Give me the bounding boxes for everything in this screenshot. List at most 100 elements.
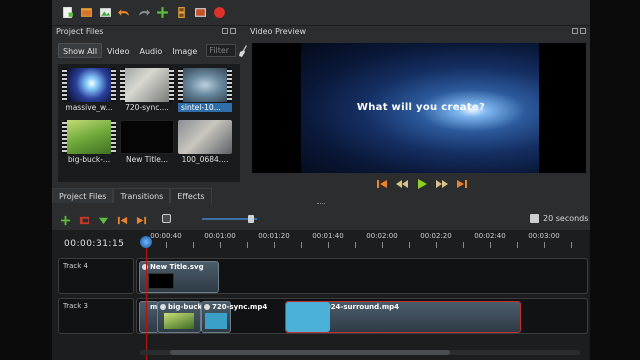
file-thumbnail (62, 68, 116, 102)
float-icon[interactable] (222, 28, 228, 34)
jump-end-icon[interactable] (456, 178, 468, 190)
file-label: big-buck-... (67, 155, 111, 164)
float-icon[interactable] (572, 28, 578, 34)
zoom-slider-handle[interactable] (248, 215, 254, 223)
new-project-icon[interactable] (60, 5, 75, 20)
import-icon[interactable] (98, 5, 113, 20)
file-thumbnail (120, 68, 174, 102)
add-track-icon[interactable] (155, 5, 170, 20)
track-name[interactable]: Track 3 (58, 298, 134, 334)
filter-input[interactable]: Filter (206, 44, 237, 57)
time-ruler[interactable]: 00:00:40 00:01:00 00:01:20 00:01:40 00:0… (140, 230, 590, 252)
file-thumbnail (178, 68, 232, 102)
play-icon[interactable] (416, 178, 428, 190)
add-track-icon[interactable] (60, 215, 71, 226)
file-item-selected[interactable]: sintel-10... (178, 66, 232, 118)
project-files-title: Project Files (56, 27, 104, 36)
redo-icon[interactable] (136, 5, 151, 20)
file-label: sintel-10... (178, 103, 232, 112)
close-icon[interactable] (580, 28, 586, 34)
add-marker-icon[interactable] (98, 215, 109, 226)
panel-dock-buttons[interactable] (222, 28, 236, 34)
track-row: Track 3 m big-buck- 720-sync.mp4 sintel-… (58, 298, 588, 334)
track-name[interactable]: Track 4 (58, 258, 134, 294)
file-item[interactable]: massive_w... (62, 66, 116, 118)
timeline-clip[interactable]: m (139, 301, 159, 333)
file-thumbnail (120, 120, 174, 154)
ruler-label: 00:01:20 (258, 232, 290, 240)
playhead-handle[interactable] (140, 236, 152, 248)
clip-menu-icon[interactable] (142, 264, 148, 270)
filter-video[interactable]: Video (102, 43, 134, 58)
clip-menu-icon[interactable] (204, 304, 210, 310)
ruler-label: 00:02:40 (474, 232, 506, 240)
project-files-grid: massive_w... 720-sync.... sintel-10... b… (58, 64, 240, 182)
previous-marker-icon[interactable] (117, 215, 128, 226)
project-files-header: Project Files (52, 26, 240, 38)
ruler-label: 00:03:00 (528, 232, 560, 240)
file-thumbnail (62, 120, 116, 154)
track-lane[interactable]: New Title.svg (136, 258, 588, 294)
ruler-label: 00:00:40 (150, 232, 182, 240)
panel-dock-buttons[interactable] (572, 28, 586, 34)
clip-thumbnail (148, 273, 174, 289)
video-preview-title: Video Preview (250, 27, 307, 36)
zoom-level: 20 seconds (530, 214, 588, 223)
filter-show-all[interactable]: Show All (58, 43, 103, 58)
clip-menu-icon[interactable] (160, 304, 166, 310)
file-label: massive_w... (65, 103, 113, 112)
clip-name: New Title.svg (150, 263, 204, 271)
tab-project-files[interactable]: Project Files (52, 188, 114, 203)
clock-icon (530, 214, 539, 223)
file-thumbnail (178, 120, 232, 154)
video-canvas[interactable]: What will you create? (252, 43, 586, 173)
file-label: 720-sync.... (125, 103, 169, 112)
timeline-clip[interactable]: 720-sync.mp4 (201, 301, 267, 333)
zoom-slider[interactable] (202, 215, 257, 223)
zoom-icon (162, 214, 171, 223)
openshot-window: Project Files Show All Video Audio Image… (52, 0, 590, 360)
zoom-level-label: 20 seconds (543, 214, 589, 223)
clip-thumbnail (286, 302, 330, 332)
scrollbar-handle[interactable] (170, 350, 450, 355)
file-item[interactable]: 100_0684.... (178, 118, 232, 170)
filter-audio[interactable]: Audio (134, 43, 167, 58)
rewind-icon[interactable] (396, 178, 408, 190)
fullscreen-icon[interactable] (193, 5, 208, 20)
video-preview-header: Video Preview (246, 26, 590, 38)
playback-controls (376, 178, 468, 190)
next-marker-icon[interactable] (136, 215, 147, 226)
tab-effects[interactable]: Effects (170, 188, 212, 203)
timeline-clip[interactable]: sintel-1024-surround.mp4 (285, 301, 521, 333)
export-icon[interactable] (174, 5, 189, 20)
timeline-clip[interactable]: big-buck- (157, 301, 205, 333)
track-row: Track 4 New Title.svg (58, 258, 588, 294)
file-label: New Title... (126, 155, 168, 164)
filter-bar: Show All Video Audio Image Filter (58, 43, 249, 58)
timeline-scrollbar[interactable] (140, 350, 580, 355)
clip-name: big-buck- (168, 303, 206, 311)
timeline-clip[interactable]: New Title.svg (139, 261, 219, 293)
record-icon[interactable] (212, 5, 227, 20)
file-label: 100_0684.... (181, 155, 229, 164)
open-project-icon[interactable] (79, 5, 94, 20)
filter-image[interactable]: Image (167, 43, 202, 58)
undo-icon[interactable] (117, 5, 132, 20)
ruler-label: 00:02:20 (420, 232, 452, 240)
video-overlay-text: What will you create? (356, 102, 486, 113)
magnet-icon[interactable] (79, 215, 90, 226)
bottom-tabs: Project Files Transitions Effects (52, 188, 212, 203)
file-item[interactable]: New Title... (120, 118, 174, 170)
close-icon[interactable] (230, 28, 236, 34)
ruler-label: 00:01:40 (312, 232, 344, 240)
ruler-label: 00:02:00 (366, 232, 398, 240)
splitter-handle[interactable] (317, 203, 325, 205)
fast-forward-icon[interactable] (436, 178, 448, 190)
track-lane[interactable]: m big-buck- 720-sync.mp4 sintel-1024-sur… (136, 298, 588, 334)
file-item[interactable]: big-buck-... (62, 118, 116, 170)
playhead-line (146, 248, 147, 360)
file-item[interactable]: 720-sync.... (120, 66, 174, 118)
tab-transitions[interactable]: Transitions (113, 188, 171, 203)
jump-start-icon[interactable] (376, 178, 388, 190)
clip-thumbnail (205, 313, 227, 329)
